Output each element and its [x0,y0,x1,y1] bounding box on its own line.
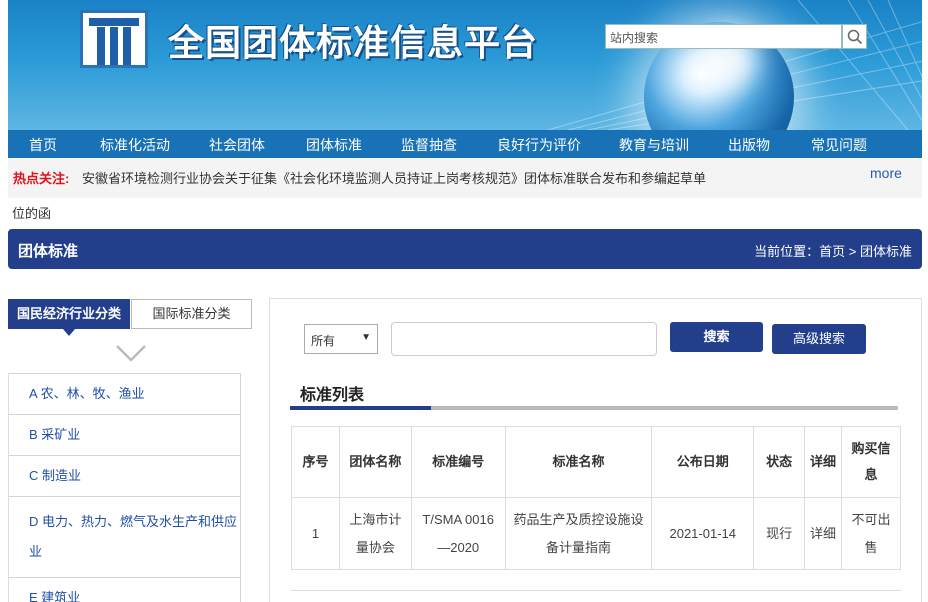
col-header-org: 团体名称 [338,426,412,498]
cell-buy: 不可出 售 [841,497,901,570]
category-item-line: 业 [29,544,43,559]
category-item[interactable]: C 制造业 [9,455,241,497]
main-nav: 首页 标准化活动 社会团体 团体标准 监督抽查 良好行为评价 教育与培训 出版物… [8,130,922,158]
col-header-date: 公布日期 [651,426,755,498]
cell-org-line: 量协会 [355,539,395,555]
cell-code-line: T/SMA 0016 [422,511,494,527]
nav-good-behavior[interactable]: 良好行为评价 [497,135,581,155]
cell-code-line: —2020 [437,539,480,555]
tab-industry-classification[interactable]: 国民经济行业分类 [8,299,130,336]
next-table-row [291,590,901,602]
col-header-name: 标准名称 [504,426,653,498]
category-item-line: D 电力、热力、燃气及水生产和供应 [29,514,238,529]
cell-date: 2021-01-14 [651,497,755,570]
category-item[interactable]: B 采矿业 [9,414,241,456]
keyword-input[interactable] [391,322,657,356]
standards-table: 序号 团体名称 标准编号 标准名称 公布日期 状态 详细 购买信 息 1 上海市… [291,426,901,570]
list-title: 标准列表 [300,387,365,404]
cell-name: 药品生产及质控设施设 备计量指南 [504,497,653,570]
table-header-row: 序号 团体名称 标准编号 标准名称 公布日期 状态 详细 购买信 息 [291,426,901,498]
col-header-code: 标准编号 [410,426,506,498]
cell-buy-line: 不可出 [851,511,891,527]
cell-code: T/SMA 0016 —2020 [410,497,506,570]
category-item[interactable]: D 电力、热力、燃气及水生产和供应 业 [9,496,241,578]
cell-name-line: 备计量指南 [545,539,611,555]
site-title: 全国团体标准信息平台 [168,23,539,64]
category-list: A 农、林、牧、渔业 B 采矿业 C 制造业 D 电力、热力、燃气及水生产和供应… [8,373,241,602]
hot-news-link[interactable]: 安徽省环境检测行业协会关于征集《社会化环境监测人员持证上岗考核规范》团体标准联合… [82,168,706,187]
tab-international-classification[interactable]: 国际标准分类 [131,299,252,329]
cell-org: 上海市计 量协会 [338,497,412,570]
category-tabs: 国民经济行业分类 国际标准分类 [8,299,252,336]
nav-supervision[interactable]: 监督抽查 [401,135,457,155]
advanced-search-button[interactable]: 高级搜索 [772,324,866,354]
col-header-buy-line: 购买信 [851,441,891,456]
col-header-status: 状态 [753,426,806,498]
cell-org-line: 上海市计 [349,511,402,527]
more-link[interactable]: more [870,165,902,181]
scope-select-value: 所有 [311,334,336,348]
dropdown-arrow-icon: ▼ [361,332,371,343]
nav-faq[interactable]: 常见问题 [811,135,867,155]
col-header-buy: 购买信 息 [841,426,901,498]
category-item[interactable]: E 建筑业 [9,577,241,602]
hot-news-continuation[interactable]: 位的函 [12,203,51,222]
nav-publications[interactable]: 出版物 [728,135,770,155]
search-icon[interactable] [842,24,867,49]
hot-news-label: 热点关注: [13,171,70,186]
cell-status: 现行 [753,497,806,570]
site-banner: 全国团体标准信息平台 [8,0,922,130]
cell-index: 1 [291,497,340,570]
section-title-bar: 团体标准 当前位置：首页 > 团体标准 [8,229,922,269]
nav-standardization-activities[interactable]: 标准化活动 [100,135,170,155]
nav-home[interactable]: 首页 [29,135,57,155]
table-row: 1 上海市计 量协会 T/SMA 0016 —2020 药品生产及质控设施设 备… [291,497,901,570]
cell-name-line: 药品生产及质控设施设 [513,511,644,527]
col-header-index: 序号 [291,426,340,498]
cell-buy-line: 售 [864,539,878,555]
chevron-down-icon [116,345,146,362]
site-search-input[interactable]: 站内搜索 [605,24,842,49]
page-title: 团体标准 [18,243,79,260]
nav-social-groups[interactable]: 社会团体 [209,135,265,155]
hot-news-bar: 热点关注: 安徽省环境检测行业协会关于征集《社会化环境监测人员持证上岗考核规范》… [8,158,922,198]
category-item[interactable]: A 农、林、牧、渔业 [9,373,241,415]
scope-select[interactable]: 所有 ▼ [304,324,378,354]
breadcrumb[interactable]: 当前位置：首页 > 团体标准 [754,241,912,260]
standards-panel: 所有 ▼ 搜索 高级搜索 标准列表 序号 团体名称 标准编号 标准名称 公布日期… [269,298,922,602]
search-button[interactable]: 搜索 [670,322,763,352]
list-title-underline [290,406,898,410]
col-header-detail: 详细 [804,426,843,498]
nav-education[interactable]: 教育与培训 [619,135,689,155]
col-header-buy-line: 息 [864,467,878,482]
detail-link[interactable]: 详细 [804,497,843,570]
nav-group-standards[interactable]: 团体标准 [306,135,362,155]
platform-logo-icon[interactable] [80,10,148,68]
